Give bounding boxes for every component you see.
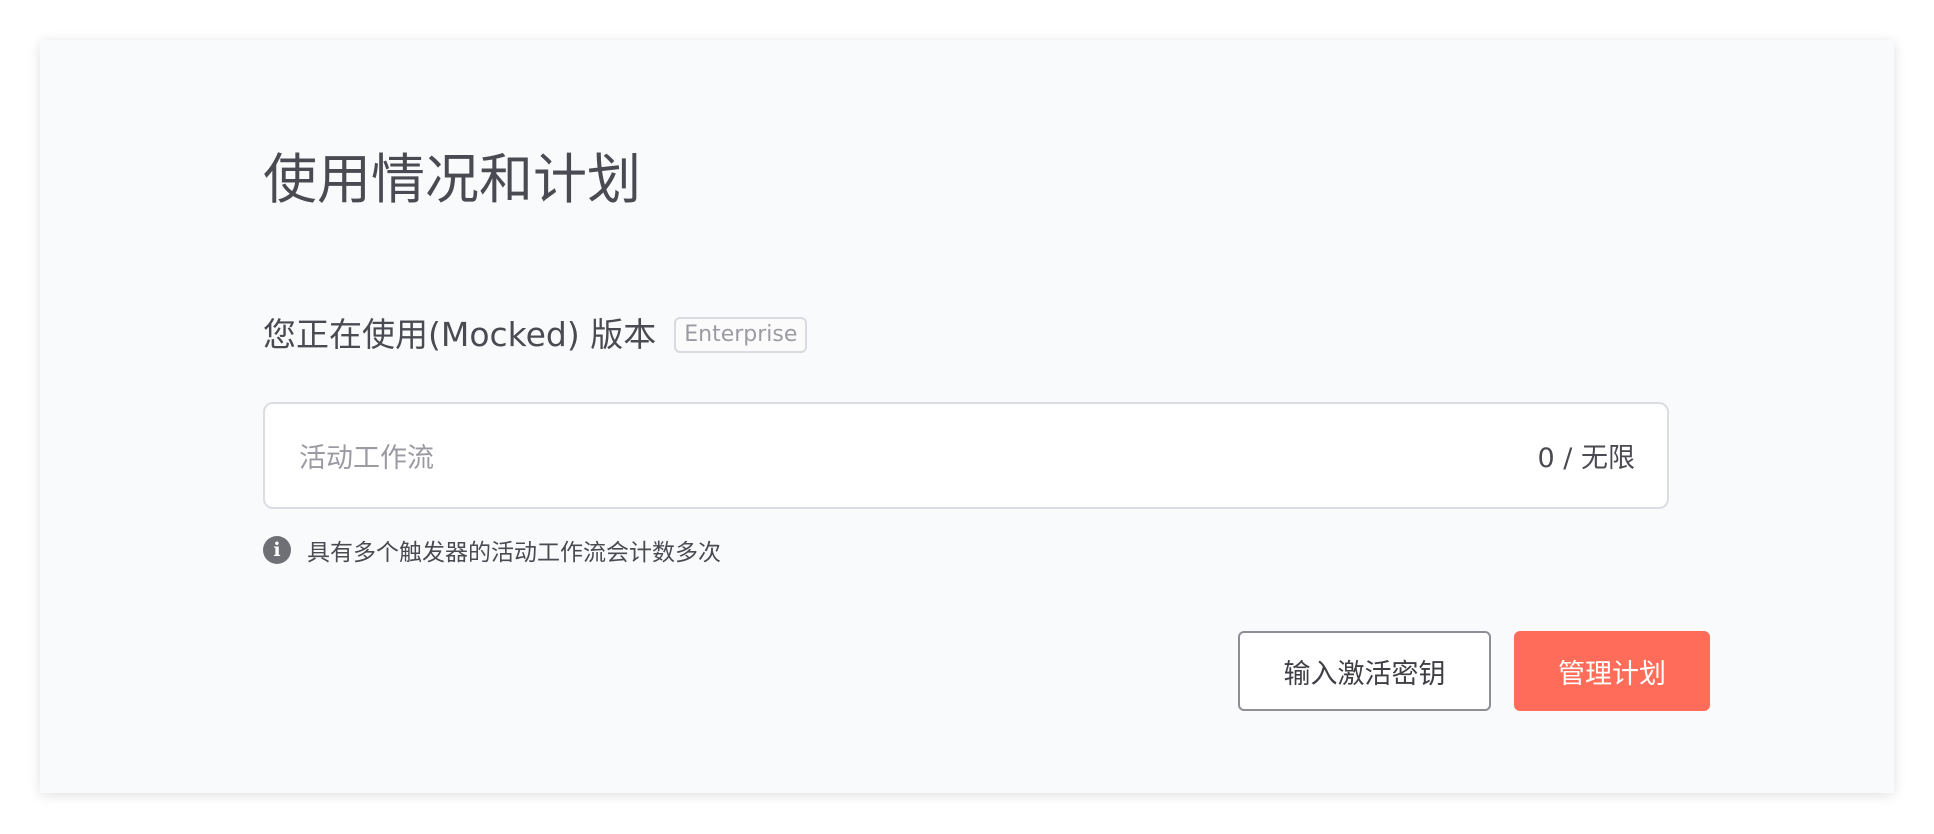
plan-badge: Enterprise <box>674 316 808 354</box>
usage-label: 活动工作流 <box>299 443 434 474</box>
manage-plan-button[interactable]: 管理计划 <box>1514 631 1710 711</box>
info-icon: i <box>263 536 291 564</box>
plan-row: 您正在使用(Mocked) 版本 Enterprise <box>263 315 808 355</box>
usage-value: 0 / 无限 <box>1537 443 1635 474</box>
info-note: i 具有多个触发器的活动工作流会计数多次 <box>263 533 721 567</box>
usage-plan-card: 使用情况和计划 您正在使用(Mocked) 版本 Enterprise 活动工作… <box>40 40 1894 793</box>
plan-text: 您正在使用(Mocked) 版本 <box>263 315 657 354</box>
page-title: 使用情况和计划 <box>263 148 641 211</box>
enter-activation-key-button[interactable]: 输入激活密钥 <box>1238 631 1491 711</box>
active-workflows-usage: 活动工作流 0 / 无限 <box>263 402 1669 509</box>
info-text: 具有多个触发器的活动工作流会计数多次 <box>307 540 721 566</box>
